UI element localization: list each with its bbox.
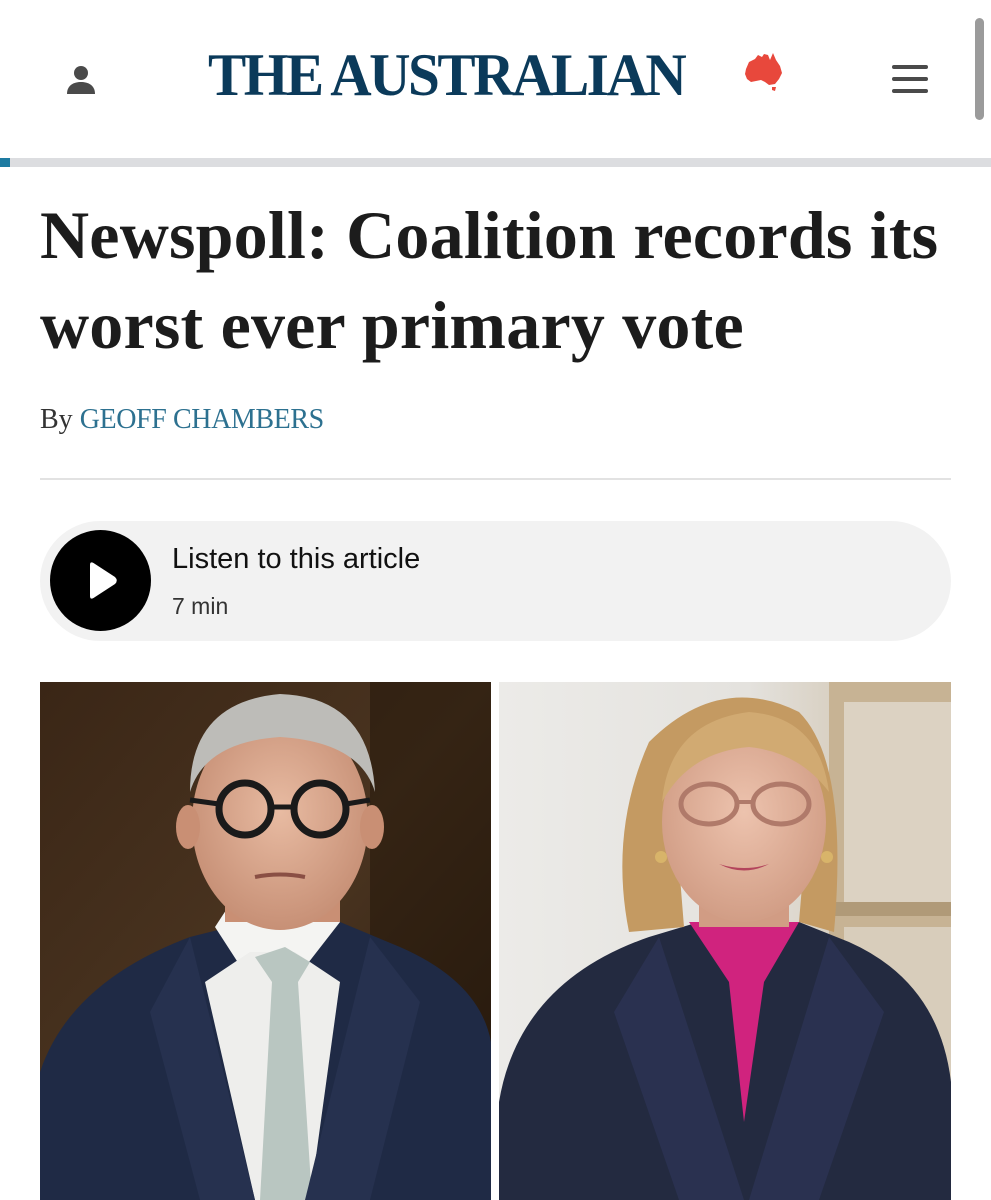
australia-map-icon bbox=[742, 51, 784, 91]
man-portrait-photo bbox=[40, 682, 491, 1200]
masthead-logo[interactable]: THE AUSTRALIAN bbox=[208, 40, 707, 110]
audio-title: Listen to this article bbox=[172, 543, 421, 575]
reading-progress-bar bbox=[0, 158, 991, 167]
byline: By GEOFF CHAMBERS bbox=[40, 402, 324, 438]
play-button[interactable] bbox=[50, 530, 151, 631]
author-link[interactable]: GEOFF CHAMBERS bbox=[80, 404, 325, 435]
menu-icon[interactable] bbox=[890, 60, 930, 98]
audio-player[interactable]: Listen to this article 7 min bbox=[40, 521, 951, 641]
play-icon bbox=[90, 562, 117, 599]
byline-prefix: By bbox=[40, 404, 73, 435]
masthead-title: THE AUSTRALIAN bbox=[208, 42, 687, 108]
audio-duration: 7 min bbox=[172, 593, 229, 619]
account-icon[interactable] bbox=[62, 60, 100, 98]
woman-portrait-photo bbox=[499, 682, 951, 1200]
divider bbox=[40, 478, 951, 480]
reading-progress-fill bbox=[0, 158, 10, 167]
site-header: THE AUSTRALIAN bbox=[0, 0, 991, 158]
scrollbar[interactable] bbox=[975, 18, 984, 120]
article-headline: Newspoll: Coalition records its worst ev… bbox=[40, 197, 939, 363]
